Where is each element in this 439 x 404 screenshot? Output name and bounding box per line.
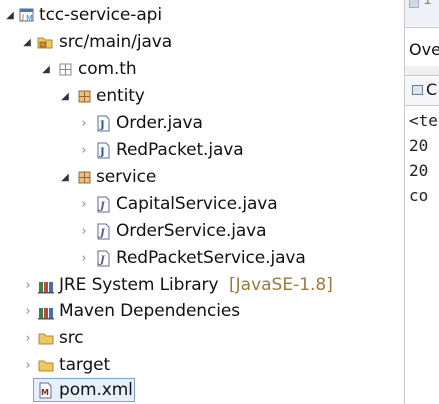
svg-text:M: M <box>26 14 33 23</box>
tree-item-label: JRE System Library <box>59 275 219 295</box>
tree-item-java-file[interactable]: › J RedPacket.java <box>0 137 404 164</box>
tree-item-label: tcc-service-api <box>39 5 162 25</box>
expand-arrow-icon[interactable]: › <box>22 272 34 299</box>
tree-item-label: OrderService.java <box>116 221 267 241</box>
tree-item-java-file[interactable]: › J Order.java <box>0 110 404 137</box>
editor-line-text: 1 <box>423 0 432 8</box>
collapse-arrow-icon[interactable]: ◢ <box>59 164 71 191</box>
source-folder-icon <box>37 29 53 56</box>
svg-text:M: M <box>41 388 49 397</box>
panel-gap <box>405 66 439 75</box>
expand-arrow-icon[interactable]: › <box>22 325 34 352</box>
tree-item-maven-dependencies[interactable]: › Maven Dependencies <box>0 298 404 325</box>
tree-item-package-entity[interactable]: ◢ entity <box>0 83 404 110</box>
expand-arrow-icon[interactable]: › <box>78 137 90 164</box>
console-line: 20 <box>409 136 429 155</box>
tree-item-folder-target[interactable]: › target <box>0 352 404 379</box>
tree-item-label: src <box>59 328 84 348</box>
svg-text:J: J <box>99 147 105 158</box>
tree-item-project[interactable]: ◢ J M tcc-service-api <box>0 2 404 29</box>
console-line: 20 <box>409 161 429 180</box>
project-explorer-tree: ◢ J M tcc-service-api ◢ src/main/java ◢ <box>0 0 404 404</box>
java-file-icon: J <box>96 137 112 164</box>
editor-tab-marker <box>409 0 419 8</box>
tree-item-package-com-th[interactable]: ◢ com.th <box>0 56 404 83</box>
tree-item-label: target <box>59 355 111 375</box>
tree-item-java-interface[interactable]: › J CapitalService.java <box>0 191 404 218</box>
library-icon <box>38 298 54 325</box>
svg-text:J: J <box>99 120 105 131</box>
java-interface-file-icon: J <box>96 218 112 245</box>
collapse-arrow-icon[interactable]: ◢ <box>4 2 16 29</box>
tree-item-java-interface[interactable]: › J OrderService.java <box>0 218 404 245</box>
tree-item-label: CapitalService.java <box>116 194 278 214</box>
tree-item-label: entity <box>96 86 145 106</box>
package-icon <box>58 56 74 83</box>
project-icon: J M <box>19 2 35 29</box>
svg-text:J: J <box>21 13 24 21</box>
java-interface-file-icon: J <box>96 191 112 218</box>
console-icon <box>412 85 423 95</box>
tree-item-label: service <box>96 167 157 187</box>
tab-overview[interactable]: Ove <box>409 40 439 59</box>
console-line: co <box>409 186 429 205</box>
console-line: <te <box>409 111 438 130</box>
tree-item-pom-xml[interactable]: M pom.xml <box>0 377 404 404</box>
maven-pom-file-icon: M <box>38 377 54 404</box>
java-file-icon: J <box>96 110 112 137</box>
divider <box>405 105 439 106</box>
expand-arrow-icon[interactable]: › <box>22 352 34 379</box>
tab-console[interactable]: C <box>426 80 437 99</box>
tree-item-folder-src[interactable]: › src <box>0 325 404 352</box>
collapse-arrow-icon[interactable]: ◢ <box>21 29 33 56</box>
library-icon <box>38 272 54 299</box>
side-panels-strip: 1 Ove C <te 20 20 co <box>404 0 439 404</box>
jre-version-decoration: [JavaSE-1.8] <box>229 275 333 295</box>
tree-item-label: Maven Dependencies <box>59 301 240 321</box>
tree-item-java-interface[interactable]: › J RedPacketService.java <box>0 245 404 272</box>
folder-icon <box>38 325 54 352</box>
expand-arrow-icon[interactable]: › <box>78 110 90 137</box>
tree-item-jre-library[interactable]: › JRE System Library [JavaSE-1.8] <box>0 272 404 299</box>
package-icon <box>77 164 93 191</box>
tree-item-package-service[interactable]: ◢ service <box>0 164 404 191</box>
expand-arrow-icon[interactable]: › <box>78 245 90 272</box>
tree-item-label: RedPacketService.java <box>116 248 306 268</box>
tree-item-source-folder[interactable]: ◢ src/main/java <box>0 29 404 56</box>
tree-item-label: RedPacket.java <box>116 140 244 160</box>
tree-item-label: pom.xml <box>59 380 133 400</box>
java-interface-file-icon: J <box>96 245 112 272</box>
folder-icon <box>38 352 54 379</box>
editor-tab-strip: 1 <box>405 0 439 26</box>
collapse-arrow-icon[interactable]: ◢ <box>40 56 52 83</box>
expand-arrow-icon[interactable]: › <box>78 218 90 245</box>
tree-item-label: Order.java <box>116 113 203 133</box>
tree-item-label: src/main/java <box>59 32 173 52</box>
tree-item-label: com.th <box>78 59 137 79</box>
divider <box>405 75 439 76</box>
expand-arrow-icon[interactable]: › <box>78 191 90 218</box>
divider <box>405 27 439 28</box>
expand-arrow-icon[interactable]: › <box>22 298 34 325</box>
collapse-arrow-icon[interactable]: ◢ <box>59 83 71 110</box>
package-icon <box>77 83 93 110</box>
